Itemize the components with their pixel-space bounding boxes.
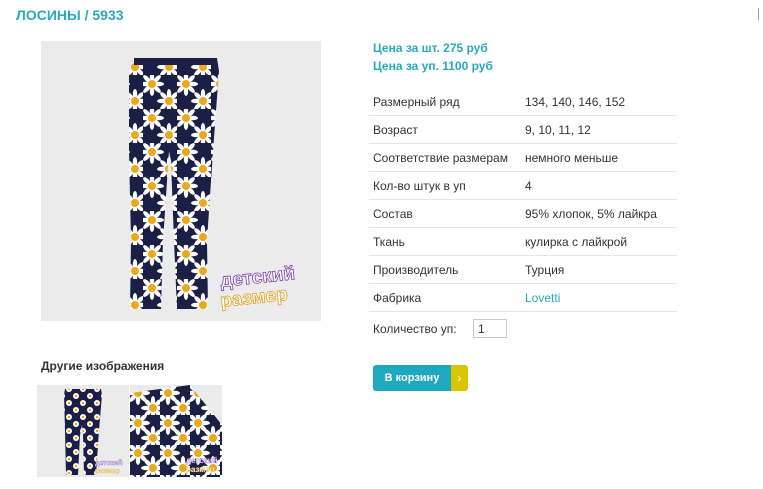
property-label: Фабрика xyxy=(369,283,521,312)
property-value: Турция xyxy=(521,255,677,284)
property-value: 134, 140, 146, 152 xyxy=(521,88,677,116)
leggings-illustration: детский размер xyxy=(129,58,296,313)
property-label: Возраст xyxy=(369,115,521,144)
other-images-heading: Другие изображения xyxy=(41,359,165,373)
add-to-cart-label: В корзину xyxy=(373,365,451,391)
watermark-logo: детский размер xyxy=(219,263,296,313)
property-value: немного меньше xyxy=(521,143,677,172)
svg-text:детский: детский xyxy=(95,459,123,467)
table-row: Ткань кулирка с лайкрой xyxy=(369,227,677,256)
property-value: 9, 10, 11, 12 xyxy=(521,115,677,144)
product-title: ЛОСИНЫ / 5933 xyxy=(16,7,124,23)
quantity-label: Количество уп: xyxy=(373,322,457,336)
property-label: Кол-во штук в уп xyxy=(369,171,521,200)
thumbnail-image-1[interactable]: детский размер xyxy=(37,385,129,477)
property-label: Соответствие размерам xyxy=(369,143,521,172)
table-row: Размерный ряд 134, 140, 146, 152 xyxy=(369,88,677,116)
table-row: Фабрика Lovetti xyxy=(369,283,677,312)
chevron-right-icon: › xyxy=(451,365,468,391)
property-value: 4 xyxy=(521,171,677,200)
svg-text:размер: размер xyxy=(186,465,215,474)
svg-text:детский: детский xyxy=(186,456,218,465)
thumbnail-image-2[interactable]: детский размер xyxy=(130,385,222,477)
leggings-thumbnail: детский размер xyxy=(64,389,123,475)
table-row: Производитель Турция xyxy=(369,255,677,284)
add-to-cart-button[interactable]: В корзину › xyxy=(373,365,468,391)
table-row: Состав 95% хлопок, 5% лайкра xyxy=(369,199,677,228)
scroll-edge-mark xyxy=(758,8,759,20)
property-label: Размерный ряд xyxy=(369,88,521,116)
product-properties-table: Размерный ряд 134, 140, 146, 152 Возраст… xyxy=(369,88,677,312)
fabric-closeup-thumbnail: детский размер xyxy=(130,385,222,477)
price-per-item: Цена за шт. 275 руб xyxy=(373,41,488,55)
property-label: Состав xyxy=(369,199,521,228)
svg-text:размер: размер xyxy=(95,468,120,475)
main-product-image[interactable]: детский размер xyxy=(41,41,321,321)
property-value: кулирка с лайкрой xyxy=(521,227,677,256)
manufacturer-link[interactable]: Lovetti xyxy=(525,291,560,305)
quantity-input[interactable] xyxy=(473,319,507,338)
table-row: Кол-во штук в уп 4 xyxy=(369,171,677,200)
property-label: Ткань xyxy=(369,227,521,256)
property-value: 95% хлопок, 5% лайкра xyxy=(521,199,677,228)
table-row: Возраст 9, 10, 11, 12 xyxy=(369,115,677,144)
price-per-pack: Цена за уп. 1100 руб xyxy=(373,59,493,73)
table-row: Соответствие размерам немного меньше xyxy=(369,143,677,172)
property-label: Производитель xyxy=(369,255,521,284)
